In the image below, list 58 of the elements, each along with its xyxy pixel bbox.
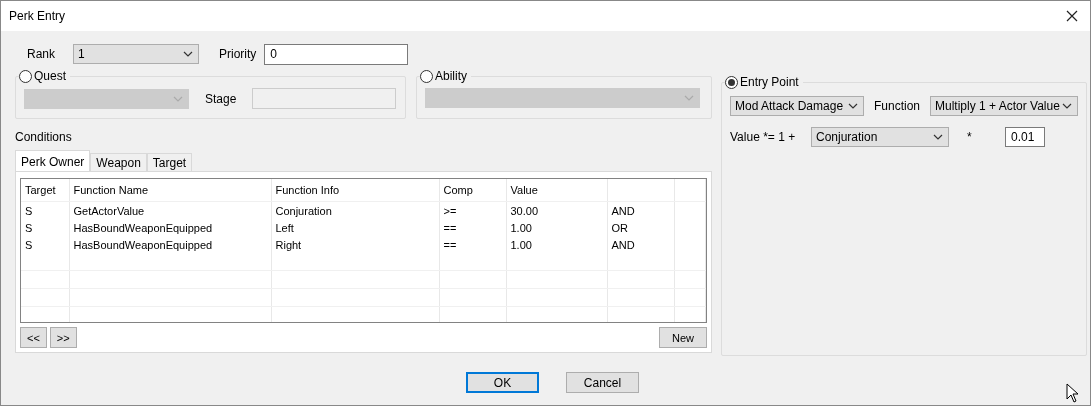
table-cell: S xyxy=(21,219,69,236)
close-icon xyxy=(1066,10,1078,22)
table-cell: S xyxy=(21,236,69,253)
tab[interactable]: Perk Owner xyxy=(15,150,91,171)
chevron-icon xyxy=(684,95,694,101)
table-cell: AND xyxy=(607,201,674,219)
table-cell: AND xyxy=(607,236,674,253)
chevron-icon xyxy=(173,95,183,102)
tab[interactable]: Weapon xyxy=(90,153,147,171)
radio-button[interactable] xyxy=(725,75,738,89)
function-label: Function xyxy=(874,99,921,113)
table-cell: HasBoundWeaponEquipped xyxy=(69,236,271,253)
column-header: Function Name xyxy=(69,179,271,202)
conditions-label: Conditions xyxy=(15,130,73,144)
new-button[interactable]: New xyxy=(659,327,707,348)
priority-field[interactable]: 0 xyxy=(264,43,409,65)
chevron-icon xyxy=(183,51,193,57)
next-button[interactable]: >> xyxy=(49,327,77,348)
previous-button[interactable]: << xyxy=(20,327,47,348)
cancel-button[interactable]: Cancel xyxy=(566,372,639,393)
cursor-icon xyxy=(1066,383,1080,403)
table-cell: == xyxy=(439,236,506,253)
chevron-icon xyxy=(848,103,858,109)
table-cell: S xyxy=(21,201,69,219)
window-title: Perk Entry xyxy=(9,9,65,23)
table-cell: OR xyxy=(607,219,674,236)
column-header: Comp xyxy=(439,179,506,202)
priority-label: Priority xyxy=(219,47,257,61)
table-cell: == xyxy=(439,219,506,236)
value-label: Value *= 1 + xyxy=(730,130,797,144)
tab[interactable]: Target xyxy=(146,153,193,171)
table-cell: GetActorValue xyxy=(69,201,271,219)
entry-point-dropdown[interactable]: Mod Attack Damage xyxy=(730,96,864,116)
stage-field[interactable] xyxy=(252,88,397,109)
rank-dropdown[interactable]: 1 xyxy=(73,44,199,64)
multiply-label: * xyxy=(966,130,973,144)
entry-point-label: Entry Point xyxy=(740,75,799,89)
column-header: Value xyxy=(506,179,607,202)
rank-label: Rank xyxy=(27,47,55,61)
table-cell: Conjuration xyxy=(271,201,439,219)
stage-label: Stage xyxy=(205,91,237,106)
actor-value-dropdown[interactable]: Conjuration xyxy=(811,127,949,147)
chevron-icon xyxy=(933,134,943,140)
table-cell: 30.00 xyxy=(506,201,607,219)
table-cell: 1.00 xyxy=(506,219,607,236)
quest-label: Quest xyxy=(34,69,66,83)
ability-label: Ability xyxy=(435,69,467,83)
chevron-icon xyxy=(1062,103,1073,109)
column-header: Target xyxy=(21,179,69,202)
table-cell: >= xyxy=(439,201,506,219)
column-header: Function Info xyxy=(271,179,439,202)
table-cell: Left xyxy=(271,219,439,236)
ok-button[interactable]: OK xyxy=(466,372,539,393)
multiplier-field[interactable]: 0.01 xyxy=(1005,127,1045,147)
table-cell: Right xyxy=(271,236,439,253)
function-dropdown[interactable]: Multiply 1 + Actor Value xyxy=(930,96,1079,116)
table-cell: 1.00 xyxy=(506,236,607,253)
table-cell: HasBoundWeaponEquipped xyxy=(69,219,271,236)
